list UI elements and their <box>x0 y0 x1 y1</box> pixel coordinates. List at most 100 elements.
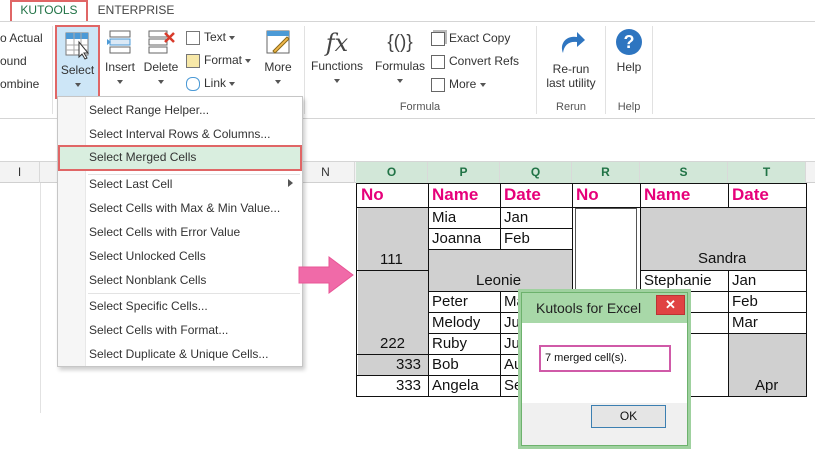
header-name-2: Name <box>644 185 691 204</box>
formulas-label: Formulas <box>374 59 425 73</box>
column-header-q[interactable]: Q <box>500 162 572 183</box>
text-label: Text <box>204 30 227 44</box>
link-label: Link <box>204 76 227 90</box>
menu-item-select-last-cell[interactable]: Select Last Cell <box>58 172 302 196</box>
kutools-dialog: Kutools for Excel ✕ 7 merged cell(s). OK <box>521 292 688 446</box>
chevron-down-icon <box>245 58 252 63</box>
cell-no: 222 <box>380 335 406 352</box>
menu-item-select-max-min[interactable]: Select Cells with Max & Min Value... <box>58 196 302 220</box>
column-header-o[interactable]: O <box>356 162 428 183</box>
column-header-i[interactable]: I <box>0 162 40 183</box>
menu-item-select-with-format[interactable]: Select Cells with Format... <box>58 318 302 342</box>
more-formula-icon <box>431 77 445 92</box>
help-icon: ? <box>616 29 642 55</box>
header-date-2: Date <box>732 185 769 204</box>
format-button[interactable]: Format <box>186 53 252 68</box>
header-date-1: Date <box>504 185 541 204</box>
more-label: More <box>264 60 292 74</box>
close-icon[interactable]: ✕ <box>656 295 685 315</box>
cell-no: 333 <box>396 377 422 394</box>
column-header-n[interactable]: N <box>297 162 355 183</box>
pink-arrow-icon <box>298 256 354 294</box>
dialog-title: Kutools for Excel <box>536 300 642 316</box>
header-no-1: No <box>361 185 384 204</box>
dialog-message: 7 merged cell(s). <box>539 345 671 372</box>
chevron-down-icon <box>117 79 123 84</box>
column-header-s[interactable]: S <box>640 162 728 183</box>
ribbon-tab-bar: KUTOOLS ENTERPRISE <box>0 0 815 21</box>
exact-copy-label: Exact Copy <box>449 31 511 45</box>
menu-item-select-duplicate-unique[interactable]: Select Duplicate & Unique Cells... <box>58 342 302 366</box>
functions-button[interactable]: fx Functions <box>308 27 366 87</box>
cell-name-merged: Sandra <box>698 250 747 267</box>
chevron-down-icon <box>275 79 281 84</box>
rerun-label-1: Re-run <box>552 62 590 76</box>
cell-date: Feb <box>504 230 530 247</box>
text-button[interactable]: Text <box>186 30 236 45</box>
tab-enterprise[interactable]: ENTERPRISE <box>96 0 176 21</box>
chevron-down-icon <box>229 81 236 86</box>
menu-item-select-error-value[interactable]: Select Cells with Error Value <box>58 220 302 244</box>
group-label-formula: Formula <box>399 101 441 113</box>
header-no-2: No <box>576 185 599 204</box>
cell-name: Mia <box>432 209 457 226</box>
insert-icon <box>107 30 131 54</box>
column-header-t[interactable]: T <box>728 162 806 183</box>
convert-refs-button[interactable]: Convert Refs <box>431 54 519 69</box>
more-formula-label: More <box>449 77 477 91</box>
dialog-title-bar[interactable]: Kutools for Excel ✕ <box>522 293 687 323</box>
cell-no: 111 <box>380 251 403 268</box>
menu-item-select-unlocked[interactable]: Select Unlocked Cells <box>58 244 302 268</box>
more-formula-button[interactable]: More <box>431 77 486 92</box>
cell-date: Feb <box>732 293 758 310</box>
cell-no: 333 <box>396 356 422 373</box>
select-icon <box>65 32 89 60</box>
cell-name: Stephanie <box>644 272 712 289</box>
ribbon-item-round[interactable]: ound <box>0 54 27 68</box>
tab-kutools[interactable]: KUTOOLS <box>10 0 88 21</box>
menu-item-select-range-helper[interactable]: Select Range Helper... <box>58 98 302 122</box>
cell-name: Joanna <box>432 230 482 247</box>
cell-date: Mar <box>732 314 758 331</box>
header-name-1: Name <box>432 185 479 204</box>
column-header-p[interactable]: P <box>428 162 500 183</box>
ribbon-item-combine[interactable]: ombine <box>0 77 39 91</box>
chevron-down-icon <box>229 35 236 40</box>
column-header-r[interactable]: R <box>572 162 640 183</box>
formula-braces-icon: {()} <box>387 32 413 53</box>
exact-copy-button[interactable]: Exact Copy <box>431 31 510 46</box>
fx-icon: fx <box>325 29 349 57</box>
cell-name: Angela <box>432 377 479 394</box>
menu-item-select-interval-rows-columns[interactable]: Select Interval Rows & Columns... <box>58 122 302 146</box>
insert-button[interactable]: Insert <box>102 27 138 88</box>
menu-item-select-merged-cells[interactable]: Select Merged Cells <box>58 145 302 171</box>
rerun-button[interactable]: Re-run last utility <box>541 27 601 90</box>
help-button[interactable]: ? Help <box>609 27 649 74</box>
formulas-button[interactable]: {()} Formulas <box>372 27 428 87</box>
link-button[interactable]: Link <box>186 76 236 91</box>
select-label: Select <box>60 63 95 77</box>
cell-date: Ju <box>504 335 520 352</box>
format-icon <box>186 53 200 68</box>
cell-date-merged: Apr <box>755 377 779 394</box>
cell-date: Se <box>504 377 523 394</box>
menu-item-select-nonblank[interactable]: Select Nonblank Cells <box>58 268 302 292</box>
delete-button[interactable]: Delete <box>142 27 180 88</box>
select-button[interactable]: Select <box>55 25 100 99</box>
menu-item-select-specific[interactable]: Select Specific Cells... <box>58 294 302 318</box>
chevron-down-icon <box>334 78 340 83</box>
rerun-arrow-icon <box>561 32 585 53</box>
more-button[interactable]: More <box>258 27 298 88</box>
cell-date: Ju <box>504 314 520 331</box>
cell-date: Jan <box>732 272 757 289</box>
group-label-rerun: Rerun <box>556 101 586 113</box>
cell-name: Peter <box>432 293 468 310</box>
dialog-body: 7 merged cell(s). <box>522 323 687 403</box>
insert-label: Insert <box>104 60 135 74</box>
convert-refs-label: Convert Refs <box>449 54 520 68</box>
ok-button[interactable]: OK <box>591 405 666 428</box>
ribbon-item-actual[interactable]: o Actual <box>0 31 43 45</box>
more-icon <box>266 30 290 54</box>
cell-name: Bob <box>432 356 459 373</box>
rerun-label-2: last utility <box>546 76 596 90</box>
